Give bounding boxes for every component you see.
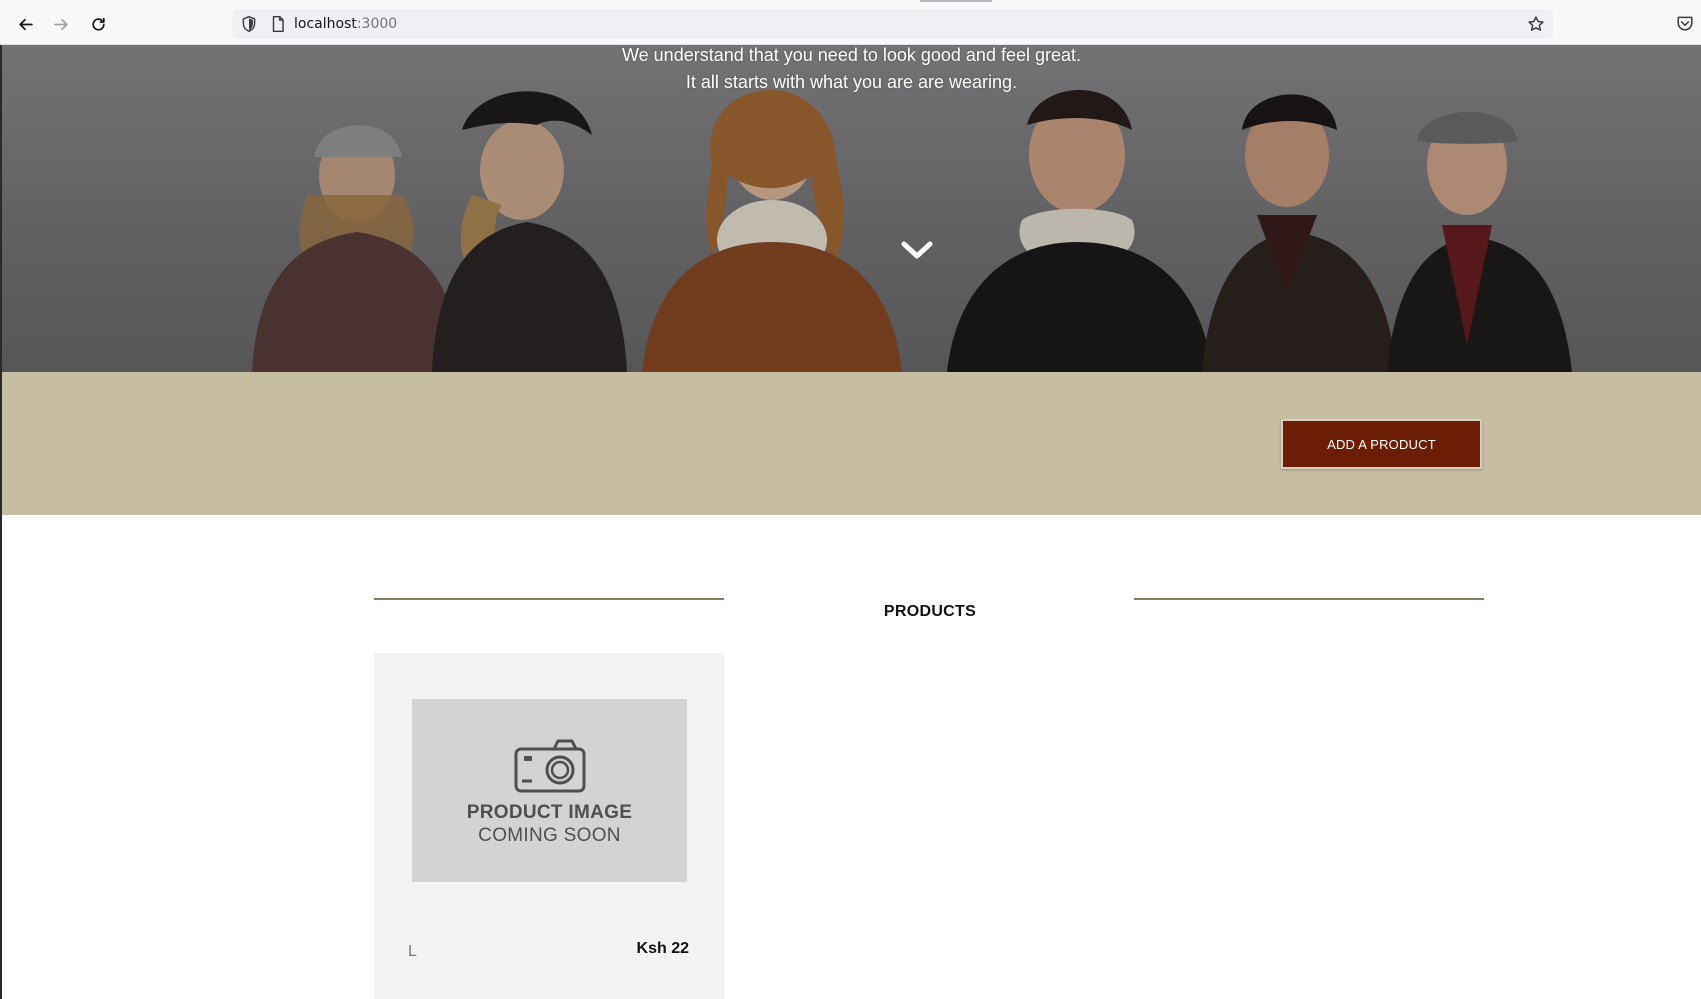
page-info-icon[interactable] xyxy=(269,15,287,33)
url-host: localhost xyxy=(294,16,357,32)
products-heading: PRODUCTS xyxy=(883,603,977,620)
section-divider-left xyxy=(374,598,724,600)
url-text[interactable]: localhost:3000 xyxy=(294,16,397,32)
product-card[interactable]: PRODUCT IMAGE COMING SOON L Ksh 22 xyxy=(374,653,724,999)
reload-icon xyxy=(91,17,105,31)
tab-indicator xyxy=(920,0,992,2)
forward-button[interactable] xyxy=(48,11,74,37)
chevron-down-icon[interactable] xyxy=(900,238,934,262)
pocket-icon[interactable] xyxy=(1676,14,1694,32)
shield-icon[interactable] xyxy=(240,15,258,33)
product-name[interactable]: L xyxy=(408,943,417,961)
hero-tagline-1: We understand that you need to look good… xyxy=(622,45,1081,65)
forward-arrow-icon xyxy=(53,18,68,30)
bookmark-star-icon[interactable] xyxy=(1527,15,1545,33)
url-port: :3000 xyxy=(356,16,398,32)
reload-button[interactable] xyxy=(85,11,111,37)
camera-icon xyxy=(514,739,586,793)
placeholder-text-line1: PRODUCT IMAGE xyxy=(466,802,633,823)
browser-toolbar: localhost:3000 xyxy=(0,0,1701,45)
hero-people-image xyxy=(2,45,1701,372)
product-image-placeholder[interactable]: PRODUCT IMAGE COMING SOON xyxy=(412,699,687,882)
product-price: Ksh 22 xyxy=(636,940,689,957)
hero-tagline-2: It all starts with what you are are wear… xyxy=(685,72,1018,92)
placeholder-text-line2: COMING SOON xyxy=(478,825,621,846)
hero-banner: We understand that you need to look good… xyxy=(2,45,1701,372)
back-button[interactable] xyxy=(12,11,38,37)
add-product-button[interactable]: ADD A PRODUCT xyxy=(1281,419,1482,469)
back-arrow-icon xyxy=(18,18,33,30)
section-divider-right xyxy=(1134,598,1484,600)
address-bar[interactable]: localhost:3000 xyxy=(232,9,1553,39)
